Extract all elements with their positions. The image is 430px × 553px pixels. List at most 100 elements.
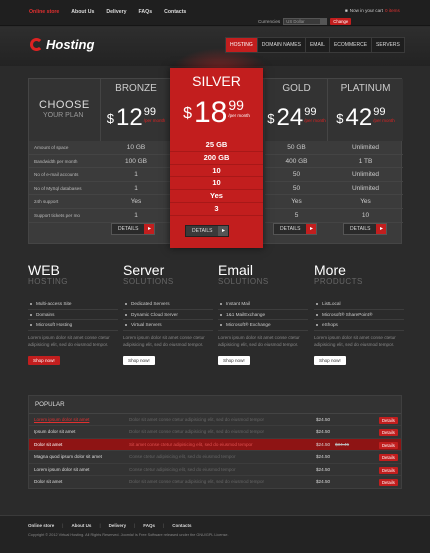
footer-link-delivery[interactable]: Delivery [109, 523, 127, 528]
feature-title: Server [123, 262, 165, 278]
footer-link-about[interactable]: About Us [71, 523, 91, 528]
price-period: /per month [373, 118, 395, 123]
shop-now-button[interactable]: Shop now! [123, 355, 155, 365]
list-item[interactable]: Multi-access Site [28, 299, 118, 310]
product-desc: Dolor sit amet conse ctetur adipisicing … [129, 478, 265, 484]
list-item[interactable]: Microsoft Hosting [28, 320, 118, 331]
details-button-platinum[interactable]: DETAILS ▸ [343, 223, 388, 235]
list-item[interactable]: Dedicated Servers [123, 299, 213, 310]
product-desc: Dolor sit amet conse ctetur adipisicing … [129, 417, 265, 422]
footer-link-faqs[interactable]: FAQs [143, 523, 155, 528]
feature-label: Amount of space [29, 141, 101, 155]
details-button[interactable]: Details [379, 417, 398, 424]
copyright: Copyright © 2012 Virtual Hosting. All Ri… [28, 533, 229, 537]
table-row: Dolor sit amet Sit amet conse ctetur adi… [29, 438, 401, 452]
logo[interactable]: Hosting [30, 37, 94, 52]
product-price: $24.50 [316, 454, 331, 460]
separator: | [163, 523, 165, 528]
nav-email[interactable]: EMAIL [306, 38, 330, 52]
plan-values: 50 GB 400 GB 50 50 Yes 5 [265, 141, 328, 223]
list-item[interactable]: 1&1 MailExchange [218, 310, 308, 320]
nav-domain-names[interactable]: DOMAIN NAMES [258, 38, 306, 52]
plan-price: $ 24 99/per month [265, 106, 328, 130]
feature-title: More [314, 262, 346, 278]
feature-label: No of e-mail accounts [29, 168, 101, 182]
details-button-silver[interactable]: DETAILS ▸ [185, 225, 230, 237]
price-period: /per month [304, 118, 326, 123]
chevron-down-icon [320, 19, 327, 24]
list-item[interactable]: Microsoft® SharePoint® [314, 310, 404, 320]
shop-now-button[interactable]: Shop now! [28, 355, 60, 365]
price-decimal: 99 [304, 106, 317, 118]
footer-link-online-store[interactable]: Online store [28, 523, 54, 528]
nav-ecommerce[interactable]: ECOMMERCE [330, 38, 373, 52]
plan-values: 25 GB 200 GB 10 10 Yes 3 [170, 139, 263, 216]
price-currency: $ [267, 111, 275, 126]
price-integer: 12 [116, 104, 143, 131]
nav-hosting[interactable]: HOSTING [226, 38, 258, 52]
product-price: $24.50 [316, 429, 331, 435]
change-currency-button[interactable]: Change [330, 18, 352, 25]
plan-silver: SILVER $ 18 99/per month 25 GB 200 GB 10… [170, 68, 263, 248]
plan-value: Unlimited [328, 141, 403, 155]
plan-value: 50 [265, 182, 328, 196]
product-name[interactable]: Lorem ipsum dolor sit amet [34, 464, 89, 476]
nav-servers[interactable]: SERVERS [372, 38, 404, 52]
details-button-bronze[interactable]: DETAILS ▸ [111, 223, 156, 235]
product-name[interactable]: Magna quod ipsum dolor sit amet [34, 451, 102, 463]
plan-price: $ 18 99/per month [170, 98, 263, 128]
plan-value: 50 GB [265, 141, 328, 155]
page: Online store About Us Delivery FAQs Cont… [0, 0, 430, 553]
cart-status[interactable]: ■ Now in your cart 0 items [345, 8, 400, 13]
plan-bronze: BRONZE $ 12 99/per month 10 GB 100 GB 1 … [101, 79, 171, 245]
product-name[interactable]: Lorem ipsum dolor sit amet [34, 414, 89, 426]
feature-label: No of MySql databases [29, 182, 101, 196]
product-name[interactable]: Ipsum dolor sit amet [34, 426, 75, 438]
product-price: $24.50 [316, 441, 331, 447]
topnav-about[interactable]: About Us [71, 9, 94, 15]
plan-values: 10 GB 100 GB 1 1 Yes 1 [101, 141, 171, 223]
list-item[interactable]: Domains [28, 310, 118, 320]
list-item[interactable]: Virtual Servers [123, 320, 213, 331]
shop-now-button[interactable]: Shop now! [218, 355, 250, 365]
list-item[interactable]: Microsoft® Exchange [218, 320, 308, 331]
top-nav: Online store About Us Delivery FAQs Cont… [29, 9, 186, 15]
feature-description: Lorem ipsum dolor sit amet conse ctetur … [123, 334, 205, 347]
cart-items: 0 items [384, 8, 400, 13]
plan-value: Yes [265, 195, 328, 209]
plan-name: SILVER [192, 73, 241, 89]
plan-value: 100 GB [101, 155, 171, 169]
feature-label: 24h support [29, 195, 101, 209]
shop-now-button[interactable]: Shop now! [314, 355, 346, 365]
price-period: /per month [143, 118, 166, 123]
list-item[interactable]: eShops [314, 320, 404, 331]
price-period: /per month [228, 113, 250, 118]
list-item[interactable]: Dynamic Cloud Server [123, 310, 213, 320]
list-item[interactable]: ListLocal [314, 299, 404, 310]
details-button[interactable]: Details [379, 466, 398, 474]
plan-value: 1 [101, 168, 171, 182]
topnav-faqs[interactable]: FAQs [139, 9, 153, 15]
plan-value: Unlimited [328, 182, 403, 196]
price-decimal: 99 [143, 106, 156, 118]
currency-select[interactable]: US Dollar [283, 18, 328, 25]
plan-values: Unlimited 1 TB Unlimited Unlimited Yes 1… [328, 141, 403, 223]
topnav-delivery[interactable]: Delivery [106, 9, 126, 15]
details-button[interactable]: Details [379, 454, 398, 462]
product-price: $24.50 [316, 466, 331, 472]
plan-value: 50 [265, 168, 328, 182]
details-button[interactable]: Details [379, 429, 398, 437]
plan-value: Yes [170, 190, 263, 203]
details-button[interactable]: Details [379, 441, 398, 449]
list-item[interactable]: Instant Mail [218, 299, 308, 310]
feature-subtitle: SOLUTIONS [123, 277, 174, 286]
footer-link-contacts[interactable]: Contacts [172, 523, 191, 528]
plan-value: 25 GB [170, 139, 263, 152]
product-name[interactable]: Dolor sit amet [34, 439, 62, 451]
topnav-contacts[interactable]: Contacts [164, 9, 186, 15]
topnav-online-store[interactable]: Online store [29, 9, 59, 15]
product-name[interactable]: Dolor sit amet [34, 476, 62, 488]
details-button[interactable]: Details [379, 478, 398, 486]
choose-subtitle: YOUR PLAN [43, 112, 84, 119]
details-button-gold[interactable]: DETAILS ▸ [273, 223, 318, 235]
